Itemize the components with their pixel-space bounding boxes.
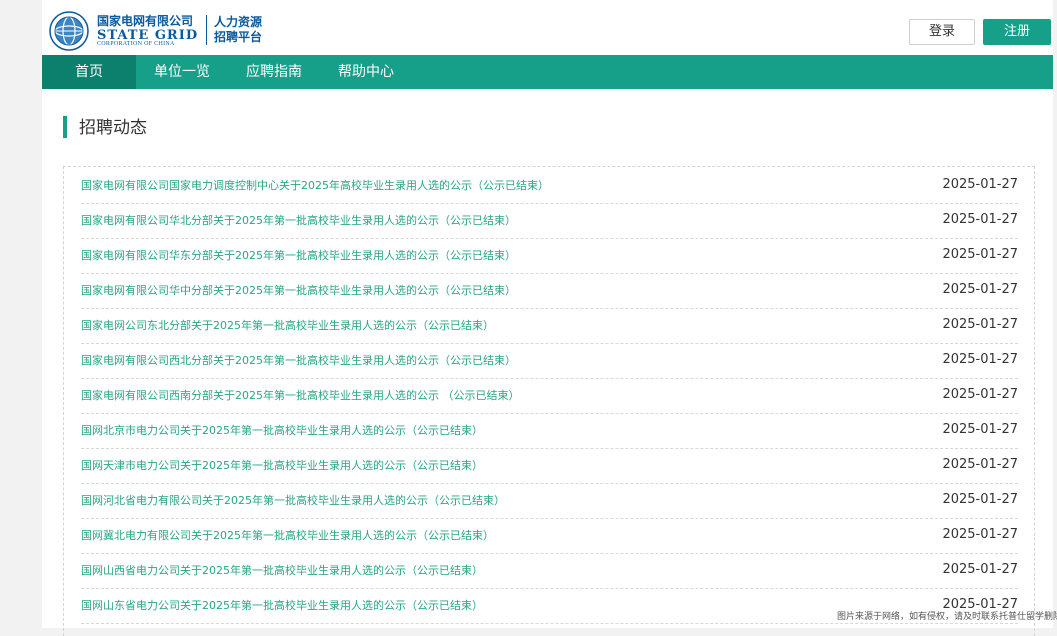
- news-date: 2025-01-27: [942, 562, 1018, 577]
- news-title-link[interactable]: 国家电网有限公司西北分部关于2025年第一批高校毕业生录用人选的公示（公示已结束…: [81, 353, 516, 368]
- news-item: 国网冀北电力有限公司关于2025年第一批高校毕业生录用人选的公示（公示已结束） …: [81, 519, 1018, 554]
- page: 国家电网有限公司 STATE GRID CORPORATION OF CHINA…: [42, 0, 1053, 636]
- brand-divider: [206, 15, 207, 45]
- watermark-text: 图片来源于网络，如有侵权，请及时联系托普仕留学删除: [837, 612, 1057, 622]
- news-item: 国家电网有限公司西南分部关于2025年第一批高校毕业生录用人选的公示 （公示已结…: [81, 379, 1018, 414]
- news-title-link[interactable]: 国网天津市电力公司关于2025年第一批高校毕业生录用人选的公示（公示已结束）: [81, 458, 483, 473]
- nav-item-units[interactable]: 单位一览: [140, 55, 224, 89]
- news-title-link[interactable]: 国家电网有限公司华中分部关于2025年第一批高校毕业生录用人选的公示（公示已结束…: [81, 283, 516, 298]
- state-grid-logo[interactable]: [49, 11, 89, 51]
- news-title-link[interactable]: 国网河北省电力有限公司关于2025年第一批高校毕业生录用人选的公示（公示已结束）: [81, 493, 505, 508]
- news-date: 2025-01-27: [942, 177, 1018, 192]
- news-date: 2025-01-27: [942, 247, 1018, 262]
- news-title-link[interactable]: 国网山西省电力公司关于2025年第一批高校毕业生录用人选的公示（公示已结束）: [81, 563, 483, 578]
- platform-line-1: 人力资源: [214, 15, 263, 29]
- news-date: 2025-01-27: [942, 457, 1018, 472]
- brand-corporation: CORPORATION OF CHINA: [97, 41, 175, 47]
- news-title-link[interactable]: 国家电网有限公司国家电力调度控制中心关于2025年高校毕业生录用人选的公示（公示…: [81, 178, 549, 193]
- brand-name-cn: 国家电网有限公司: [97, 14, 194, 28]
- section-accent-bar: [63, 116, 67, 138]
- news-item: 国网北京市电力公司关于2025年第一批高校毕业生录用人选的公示（公示已结束） 2…: [81, 414, 1018, 449]
- nav-item-home[interactable]: 首页: [42, 55, 136, 89]
- news-date: 2025-01-27: [942, 387, 1018, 402]
- news-date: 2025-01-27: [942, 492, 1018, 507]
- news-item: 国家电网有限公司华北分部关于2025年第一批高校毕业生录用人选的公示（公示已结束…: [81, 204, 1018, 239]
- news-title-link[interactable]: 国家电网有限公司西南分部关于2025年第一批高校毕业生录用人选的公示 （公示已结…: [81, 388, 520, 403]
- news-item: 国网河北省电力有限公司关于2025年第一批高校毕业生录用人选的公示（公示已结束）…: [81, 484, 1018, 519]
- header: 国家电网有限公司 STATE GRID CORPORATION OF CHINA…: [42, 0, 1053, 55]
- news-title-link[interactable]: 国网北京市电力公司关于2025年第一批高校毕业生录用人选的公示（公示已结束）: [81, 423, 483, 438]
- news-title-link[interactable]: 国家电网有限公司华东分部关于2025年第一批高校毕业生录用人选的公示（公示已结束…: [81, 248, 516, 263]
- news-date: 2025-01-27: [942, 527, 1018, 542]
- nav-item-help[interactable]: 帮助中心: [324, 55, 408, 89]
- news-item: 国家电网公司东北分部关于2025年第一批高校毕业生录用人选的公示（公示已结束） …: [81, 309, 1018, 344]
- news-title-link[interactable]: 国家电网有限公司华北分部关于2025年第一批高校毕业生录用人选的公示（公示已结束…: [81, 213, 516, 228]
- platform-line-2: 招聘平台: [214, 30, 263, 44]
- main-nav: 首页 单位一览 应聘指南 帮助中心: [42, 55, 1053, 89]
- nav-item-guide[interactable]: 应聘指南: [232, 55, 316, 89]
- platform-title: 人力资源 招聘平台: [214, 15, 262, 45]
- news-date: 2025-01-27: [942, 282, 1018, 297]
- news-item: 国网山西省电力公司关于2025年第一批高校毕业生录用人选的公示（公示已结束） 2…: [81, 554, 1018, 589]
- news-date: 2025-01-27: [942, 422, 1018, 437]
- news-list: 国家电网有限公司国家电力调度控制中心关于2025年高校毕业生录用人选的公示（公示…: [63, 166, 1035, 636]
- news-item: 国网天津市电力公司关于2025年第一批高校毕业生录用人选的公示（公示已结束） 2…: [81, 449, 1018, 484]
- news-item: 国家电网有限公司国家电力调度控制中心关于2025年高校毕业生录用人选的公示（公示…: [81, 169, 1018, 204]
- news-title-link[interactable]: 国网山东省电力公司关于2025年第一批高校毕业生录用人选的公示（公示已结束）: [81, 598, 483, 613]
- news-date: 2025-01-27: [942, 352, 1018, 367]
- register-button[interactable]: 注册: [983, 19, 1051, 45]
- news-date: 2025-01-27: [942, 317, 1018, 332]
- section-title: 招聘动态: [79, 118, 147, 138]
- news-item: 国家电网有限公司华东分部关于2025年第一批高校毕业生录用人选的公示（公示已结束…: [81, 239, 1018, 274]
- news-title-link[interactable]: 国网冀北电力有限公司关于2025年第一批高校毕业生录用人选的公示（公示已结束）: [81, 528, 494, 543]
- login-button[interactable]: 登录: [909, 19, 975, 45]
- news-title-link[interactable]: 国家电网公司东北分部关于2025年第一批高校毕业生录用人选的公示（公示已结束）: [81, 318, 494, 333]
- news-item: 国家电网有限公司华中分部关于2025年第一批高校毕业生录用人选的公示（公示已结束…: [81, 274, 1018, 309]
- news-date: 2025-01-27: [942, 212, 1018, 227]
- news-item: 国家电网有限公司西北分部关于2025年第一批高校毕业生录用人选的公示（公示已结束…: [81, 344, 1018, 379]
